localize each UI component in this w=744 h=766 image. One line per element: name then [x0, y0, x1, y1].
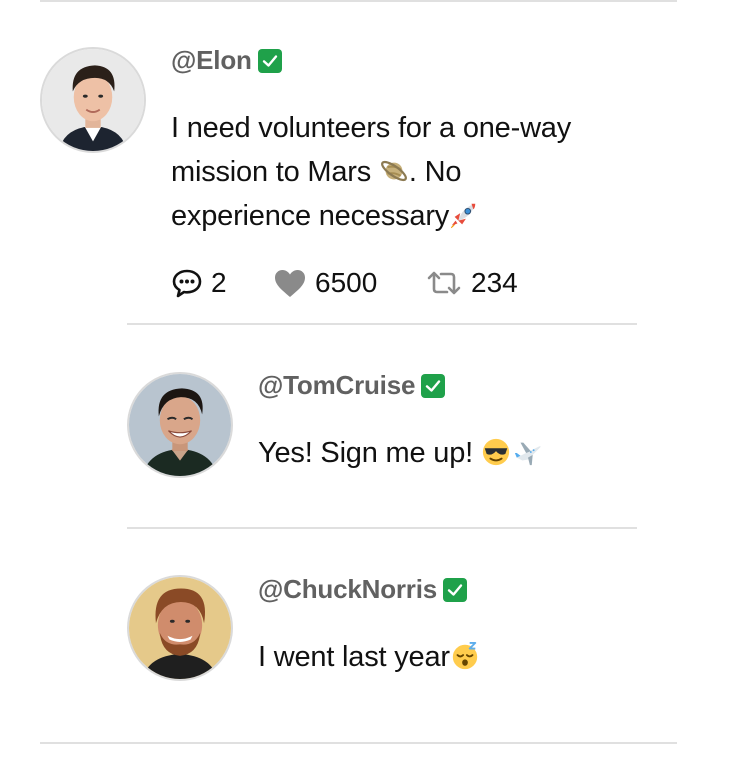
main-tweet: @Elon I need volunteers for a one-way mi… [0, 0, 744, 330]
sunglasses-face-emoji [481, 437, 511, 467]
verified-check-icon [257, 48, 282, 73]
comment-count: 2 [211, 267, 227, 298]
main-tweet-line2a: mission to Mars [171, 156, 372, 188]
reply-chucknorris-line: I went last year [258, 641, 450, 673]
reply-tomcruise-header: @TomCruise [258, 370, 446, 401]
avatar-tomcruise[interactable] [127, 372, 233, 478]
handle-elon[interactable]: @Elon [171, 45, 252, 76]
avatar-chucknorris[interactable] [127, 575, 233, 681]
comment-icon [172, 269, 202, 298]
reply-chucknorris: @ChuckNorris I went last year [0, 529, 744, 729]
main-tweet-actions: 2 6500 234 [171, 267, 518, 299]
verified-check-icon [421, 373, 446, 398]
like-count: 6500 [315, 267, 378, 298]
reply-tomcruise-text: Yes! Sign me up! [258, 431, 688, 475]
main-tweet-header: @Elon [171, 45, 282, 76]
verified-check-icon [443, 577, 467, 602]
bottom-divider [40, 742, 677, 744]
rocket-emoji [449, 200, 479, 230]
heart-icon [275, 270, 305, 297]
retweet-count: 234 [471, 267, 518, 298]
reply-tomcruise-line: Yes! Sign me up! [258, 437, 481, 469]
handle-tomcruise[interactable]: @TomCruise [258, 370, 415, 401]
main-tweet-line2b: . No [408, 156, 462, 188]
retweet-icon [427, 271, 461, 295]
handle-chucknorris[interactable]: @ChuckNorris [258, 574, 437, 605]
airplane-emoji [513, 437, 543, 467]
avatar-elon[interactable] [40, 47, 146, 153]
comment-button[interactable]: 2 [171, 267, 273, 299]
main-tweet-text: I need volunteers for a one-way mission … [171, 106, 691, 238]
ringed-planet-emoji [379, 156, 409, 186]
sleeping-face-emoji [450, 641, 480, 671]
reply-tomcruise: @TomCruise Yes! Sign me up! [0, 325, 744, 527]
reply-chucknorris-text: I went last year [258, 635, 688, 679]
like-button[interactable]: 6500 [273, 267, 425, 299]
main-tweet-line3: experience necessary [171, 200, 450, 232]
reply-chucknorris-header: @ChuckNorris [258, 574, 467, 605]
retweet-button[interactable]: 234 [425, 267, 518, 299]
main-tweet-line1: I need volunteers for a one-way [171, 112, 572, 144]
